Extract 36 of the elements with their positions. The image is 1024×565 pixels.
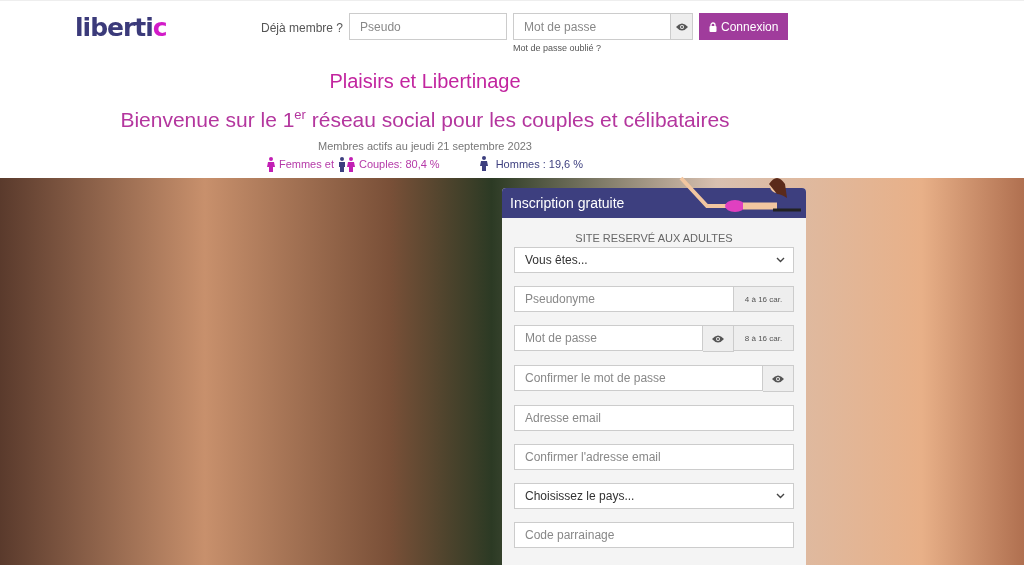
password-field[interactable]: Mot de passe (514, 325, 703, 351)
card-title: Inscription gratuite (510, 195, 625, 211)
woman-icon (266, 156, 275, 172)
input-field[interactable]: Pseudonyme (514, 286, 734, 312)
show-password-button[interactable] (671, 13, 694, 40)
username-field[interactable]: Pseudo (349, 13, 508, 40)
man-icon (479, 155, 488, 171)
couples-stat: Couples: 80,4 % (358, 158, 440, 170)
adults-notice: SITE RESERVÉ AUX ADULTES (574, 232, 734, 244)
lock-icon (709, 21, 718, 32)
chevron-down-icon (776, 257, 785, 263)
input-field[interactable]: Code parrainage (514, 522, 794, 548)
select-field[interactable]: Vous êtes... (514, 247, 794, 273)
members-date: Membres actifs au jeudi 21 septembre 2023 (318, 140, 532, 152)
men-stat: Hommes : 19,6 % (495, 158, 584, 170)
select-field[interactable]: Choisissez le pays... (514, 483, 794, 509)
chevron-down-icon (776, 493, 785, 499)
input-field[interactable]: Confirmer l'adresse email (514, 444, 794, 470)
hint-label: 8 à 16 car. (734, 325, 794, 351)
hint-label: 4 à 16 car. (734, 286, 794, 312)
show-password-button[interactable] (763, 365, 794, 392)
couple-icon (337, 156, 355, 172)
password-field[interactable]: Confirmer le mot de passe (514, 365, 763, 391)
eye-icon (712, 334, 724, 343)
women-label: Femmes et (278, 158, 334, 170)
password-field[interactable]: Mot de passe (513, 13, 672, 40)
input-field[interactable]: Adresse email (514, 405, 794, 431)
forgot-password-link[interactable]: Mot de passe oublié ? (513, 43, 602, 53)
show-password-button[interactable] (703, 325, 734, 352)
login-button[interactable]: Connexion (699, 13, 789, 40)
eye-icon (772, 374, 784, 383)
subheading: Bienvenue sur le 1$^{er}$ réseau social pour les couples et célibataires (120, 107, 730, 132)
heading: Plaisirs et Libertinage (329, 70, 521, 93)
eye-icon (675, 22, 688, 31)
member-label: Déjà membre ? (261, 21, 344, 35)
logo[interactable]: libertic (75, 13, 261, 42)
